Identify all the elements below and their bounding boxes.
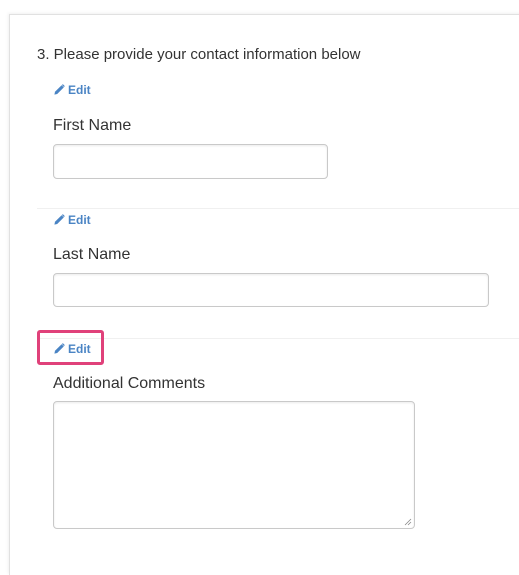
pencil-icon <box>54 214 65 225</box>
edit-first-name-link[interactable]: Edit <box>53 83 91 97</box>
resize-grip-icon[interactable] <box>404 518 412 526</box>
last-name-input[interactable] <box>53 273 489 307</box>
comments-label: Additional Comments <box>53 375 206 392</box>
last-name-label: Last Name <box>53 246 131 263</box>
edit-comments-link[interactable]: Edit <box>53 342 91 356</box>
edit-last-name-link[interactable]: Edit <box>53 213 91 227</box>
page-frame: 3. Please provide your contact informati… <box>0 0 519 575</box>
first-name-input[interactable] <box>53 144 328 179</box>
question-title: 3. Please provide your contact informati… <box>37 46 361 63</box>
comments-textarea[interactable] <box>53 401 415 529</box>
edit-label: Edit <box>68 83 91 97</box>
first-name-label: First Name <box>53 117 132 134</box>
pencil-icon <box>54 84 65 95</box>
edit-label: Edit <box>68 342 91 356</box>
pencil-icon <box>54 343 65 354</box>
divider <box>37 208 519 209</box>
edit-label: Edit <box>68 213 91 227</box>
divider <box>37 338 519 339</box>
